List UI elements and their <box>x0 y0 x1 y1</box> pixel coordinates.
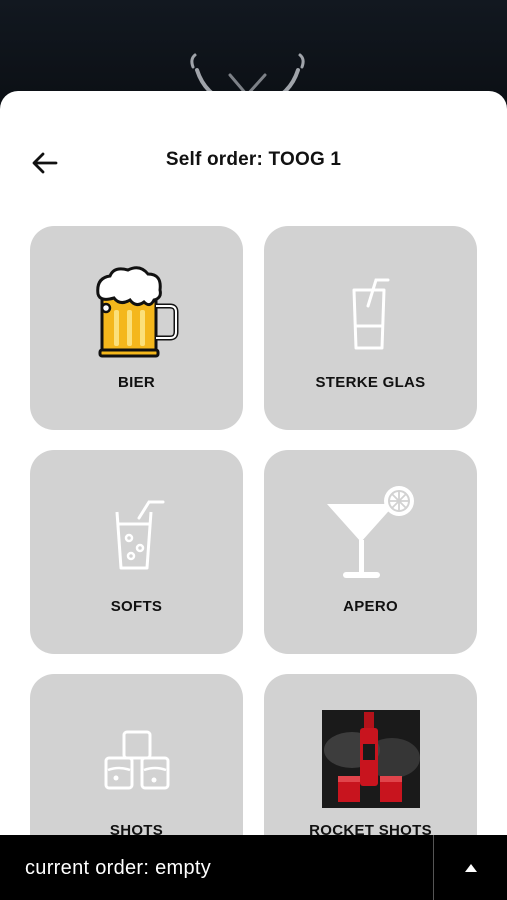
tall-glass-straw-icon <box>264 276 477 352</box>
category-label: BIER <box>117 374 156 391</box>
category-label: APERO <box>343 598 398 615</box>
sheet-header: Self order: TOOG 1 <box>0 91 507 231</box>
beer-mug-icon <box>30 264 243 360</box>
shot-glasses-icon <box>30 726 243 796</box>
soft-drink-glass-icon <box>30 498 243 574</box>
order-sheet: Self order: TOOG 1 BIER STERKE GLAS SOFT… <box>0 91 507 900</box>
rocket-shots-photo <box>264 710 477 808</box>
category-tile-bier[interactable]: BIER <box>30 226 243 430</box>
page-title: Self order: TOOG 1 <box>165 149 342 170</box>
cocktail-glass-icon <box>264 484 477 584</box>
category-tile-softs[interactable]: SOFTS <box>30 450 243 654</box>
category-label: SOFTS <box>110 598 163 615</box>
expand-order-button[interactable] <box>434 835 507 900</box>
triangle-up-icon <box>464 863 477 872</box>
category-label: STERKE GLAS <box>315 374 426 391</box>
category-tile-sterke-glas[interactable]: STERKE GLAS <box>264 226 477 430</box>
current-order-status[interactable]: current order: empty <box>25 857 211 880</box>
category-tile-apero[interactable]: APERO <box>264 450 477 654</box>
order-footer: current order: empty <box>0 835 507 900</box>
